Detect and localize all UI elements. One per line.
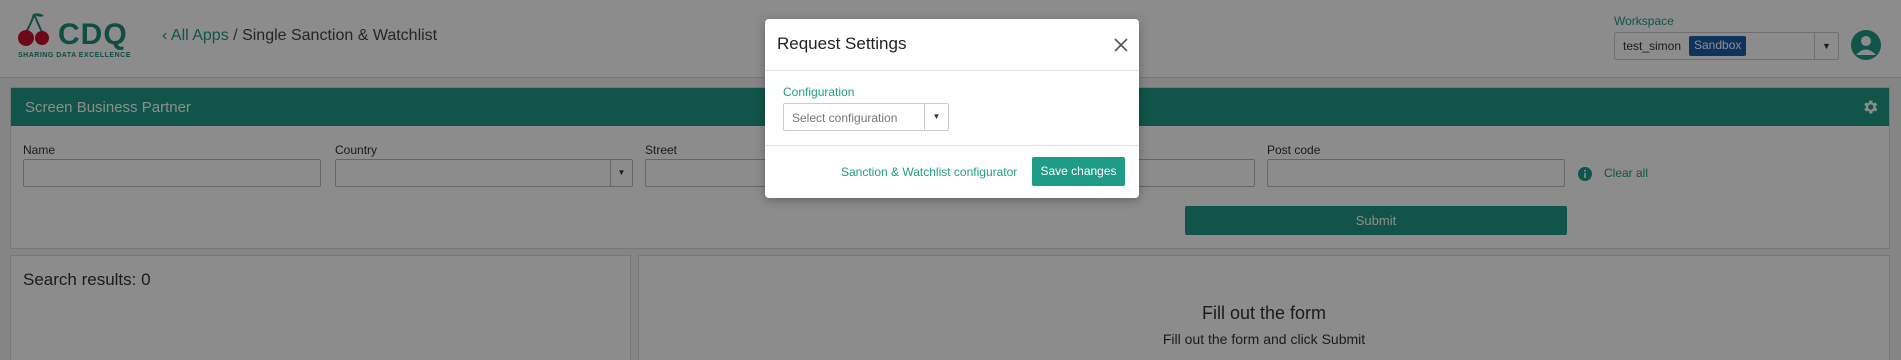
request-settings-modal: Request Settings Configuration Select co…: [765, 19, 1139, 198]
configuration-placeholder: Select configuration: [792, 111, 898, 125]
modal-title: Request Settings: [777, 34, 907, 53]
save-changes-button[interactable]: Save changes: [1032, 157, 1125, 186]
modal-divider: [765, 70, 1139, 71]
caret-down-icon[interactable]: ▼: [924, 104, 948, 130]
configurator-link[interactable]: Sanction & Watchlist configurator: [841, 165, 1017, 179]
configuration-select[interactable]: Select configuration ▼: [783, 103, 949, 131]
modal-divider: [765, 145, 1139, 146]
close-icon[interactable]: [1113, 37, 1129, 53]
configuration-label: Configuration: [783, 85, 855, 99]
